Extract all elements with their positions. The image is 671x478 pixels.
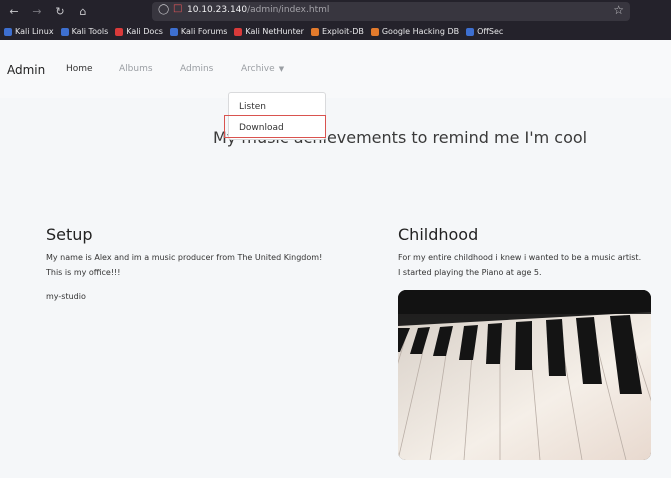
bookmark-favicon-icon <box>466 28 475 36</box>
caret-down-icon: ▼ <box>278 65 285 73</box>
bookmark-label: Exploit-DB <box>321 27 364 36</box>
childhood-title: Childhood <box>398 225 479 244</box>
url-host: 10.10.23.140 <box>187 5 248 15</box>
site-navbar: Admin Home Albums Admins Archive ▼ <box>0 40 671 98</box>
bookmark-label: Kali Tools <box>71 27 109 36</box>
setup-text: My name is Alex and im a music producer … <box>46 250 322 280</box>
bookmark-item[interactable]: Kali NetHunter <box>234 26 304 38</box>
bookmark-favicon-icon <box>115 28 124 36</box>
setup-title: Setup <box>46 225 93 244</box>
bookmark-favicon-icon <box>169 28 178 36</box>
piano-keys-illustration <box>398 290 651 460</box>
bookmark-star-icon[interactable]: ☆ <box>613 3 624 17</box>
bookmark-item[interactable]: Exploit-DB <box>310 26 364 38</box>
bookmark-item[interactable]: Kali Tools <box>60 26 109 38</box>
bookmark-item[interactable]: Kali Docs <box>115 26 163 38</box>
bookmark-favicon-icon <box>4 28 12 36</box>
bookmark-item[interactable]: OffSec <box>466 26 503 38</box>
url-text[interactable]: 10.10.23.140/admin/index.html <box>187 5 329 15</box>
nav-link-archive[interactable]: Archive ▼ <box>241 64 284 74</box>
bookmark-label: OffSec <box>477 27 504 36</box>
url-path: /admin/index.html <box>247 5 330 15</box>
dropdown-item-listen[interactable]: Listen <box>239 102 266 112</box>
bookmark-favicon-icon <box>234 28 243 36</box>
back-icon[interactable]: ← <box>8 3 20 21</box>
childhood-text-line-2: I started playing the Piano at age 5. <box>398 268 542 277</box>
bookmark-item[interactable]: Google Hacking DB <box>370 26 460 38</box>
nav-link-admins[interactable]: Admins <box>180 64 213 74</box>
nav-link-home[interactable]: Home <box>66 64 93 74</box>
reload-icon[interactable]: ↻ <box>54 3 66 21</box>
bookmarks-bar: Kali Linux Kali Tools Kali Docs Kali Forums… <box>4 26 503 38</box>
setup-text-line-2: This is my office!!! <box>46 268 121 277</box>
setup-image-caption: my-studio <box>46 292 86 301</box>
bookmark-favicon-icon <box>370 28 379 36</box>
bookmark-favicon-icon <box>60 28 69 36</box>
bookmark-item[interactable]: Kali Linux <box>4 26 54 38</box>
piano-fallboard <box>398 290 651 314</box>
childhood-text-line-1: For my entire childhood i knew i wanted … <box>398 253 642 262</box>
navbar-brand[interactable]: Admin <box>7 63 45 77</box>
piano-image <box>398 290 651 460</box>
nav-link-albums[interactable]: Albums <box>119 64 153 74</box>
download-highlight-box <box>224 115 326 138</box>
bookmark-label: Google Hacking DB <box>381 27 460 36</box>
bookmark-item[interactable]: Kali Forums <box>169 26 228 38</box>
bookmark-favicon-icon <box>310 28 319 36</box>
bookmark-label: Kali Linux <box>15 27 54 36</box>
insecure-lock-icon[interactable]: □ <box>173 3 182 14</box>
address-bar[interactable]: ◯ □ 10.10.23.140/admin/index.html ☆ <box>152 2 630 21</box>
forward-icon[interactable]: → <box>31 3 43 21</box>
childhood-text: For my entire childhood i knew i wanted … <box>398 250 641 280</box>
bookmark-label: Kali NetHunter <box>245 27 304 36</box>
shield-icon[interactable]: ◯ <box>158 4 169 15</box>
setup-text-line-1: My name is Alex and im a music producer … <box>46 253 323 262</box>
bookmark-label: Kali Docs <box>126 27 163 36</box>
browser-toolbar: ← → ↻ ⌂ ◯ □ 10.10.23.140/admin/index.htm… <box>0 0 671 40</box>
archive-label: Archive <box>241 64 275 74</box>
home-icon[interactable]: ⌂ <box>77 3 89 21</box>
browser-nav-controls: ← → ↻ ⌂ <box>8 3 89 21</box>
bookmark-label: Kali Forums <box>180 27 228 36</box>
